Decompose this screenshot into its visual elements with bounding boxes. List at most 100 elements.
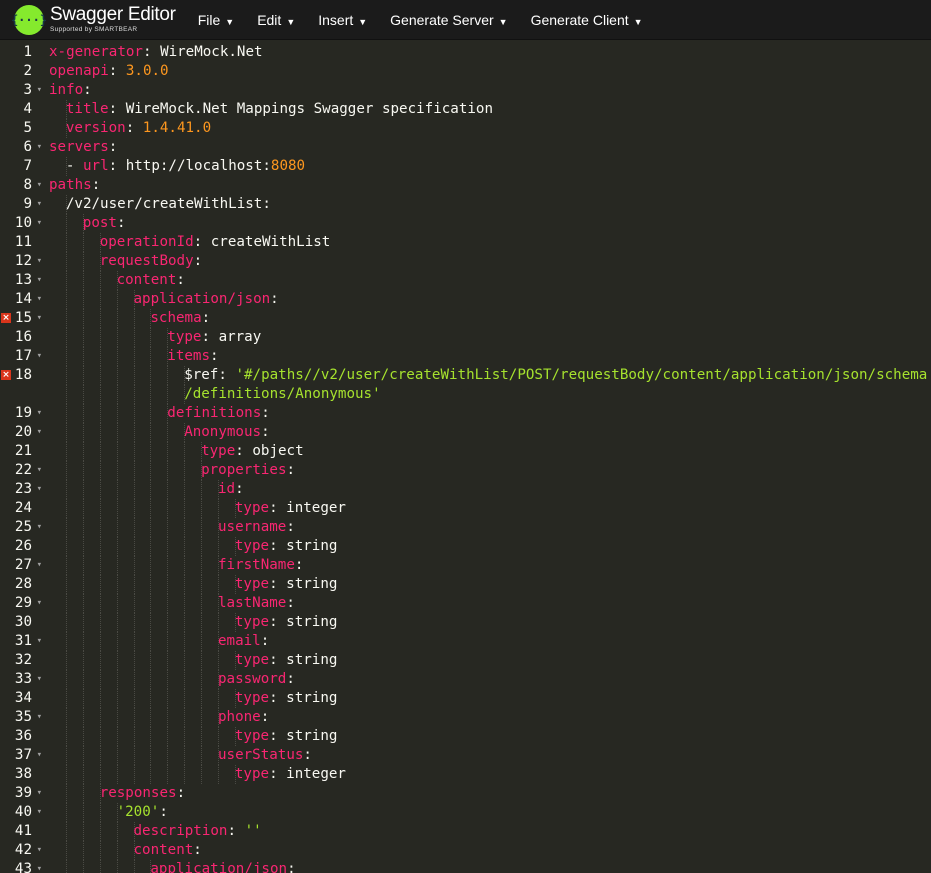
menu-file[interactable]: File ▼ — [198, 12, 234, 28]
indent-guide — [82, 290, 84, 309]
code-line[interactable]: 20 ▾ Anonymous: — [0, 423, 931, 442]
indent-guide — [116, 651, 118, 670]
fold-toggle-icon[interactable]: ▾ — [37, 841, 42, 860]
code-line[interactable]: 12 ▾ requestBody: — [0, 252, 931, 271]
code-line[interactable]: 35 ▾ phone: — [0, 708, 931, 727]
code-token: firstName — [218, 557, 295, 573]
code-line[interactable]: 6 ▾ servers: — [0, 138, 931, 157]
code-line[interactable]: 2 openapi: 3.0.0 — [0, 62, 931, 81]
code-line[interactable]: 10 ▾ post: — [0, 214, 931, 233]
code-line[interactable]: 37 ▾ userStatus: — [0, 746, 931, 765]
indent-guide — [65, 518, 67, 537]
fold-toggle-icon[interactable]: ▾ — [37, 423, 42, 442]
code-line[interactable]: 5 version: 1.4.41.0 — [0, 119, 931, 138]
code-line[interactable]: 33 ▾ password: — [0, 670, 931, 689]
indent-guide — [150, 746, 152, 765]
code-line[interactable]: 38 type: integer — [0, 765, 931, 784]
code-line[interactable]: 22 ▾ properties: — [0, 461, 931, 480]
fold-toggle-icon[interactable]: ▾ — [37, 214, 42, 233]
code-line[interactable]: 19 ▾ definitions: — [0, 404, 931, 423]
indent-guide — [116, 480, 118, 499]
line-content: paths: — [49, 176, 100, 195]
fold-toggle-icon[interactable]: ▾ — [37, 252, 42, 271]
indent-guide — [116, 385, 118, 404]
code-line[interactable]: 11 operationId: createWithList — [0, 233, 931, 252]
code-line[interactable]: 16 type: array — [0, 328, 931, 347]
code-token: : — [269, 614, 287, 630]
code-line[interactable]: × 18 $ref: '#/paths//v2/user/createWithLis… — [0, 366, 931, 385]
code-token: : — [201, 310, 211, 326]
indent-guide — [150, 689, 152, 708]
code-line[interactable]: 3 ▾ info: — [0, 81, 931, 100]
fold-toggle-icon[interactable]: ▾ — [37, 271, 42, 290]
line-number: 9 — [23, 196, 32, 212]
code-editor[interactable]: 1 x-generator: WireMock.Net 2 openapi: 3.0.… — [0, 40, 931, 873]
fold-toggle-icon[interactable]: ▾ — [37, 404, 42, 423]
fold-toggle-icon[interactable]: ▾ — [37, 632, 42, 651]
menu-generate-server[interactable]: Generate Server ▼ — [390, 12, 507, 28]
error-icon[interactable]: × — [1, 370, 11, 380]
fold-toggle-icon[interactable]: ▾ — [37, 138, 42, 157]
code-token: string — [286, 690, 338, 706]
code-line[interactable]: 32 type: string — [0, 651, 931, 670]
code-line[interactable]: 39 ▾ responses: — [0, 784, 931, 803]
fold-toggle-icon[interactable]: ▾ — [37, 309, 42, 328]
fold-toggle-icon[interactable]: ▾ — [37, 556, 42, 575]
fold-toggle-icon[interactable]: ▾ — [37, 708, 42, 727]
menu-generate-client[interactable]: Generate Client ▼ — [531, 12, 643, 28]
fold-toggle-icon[interactable]: ▾ — [37, 480, 42, 499]
fold-toggle-icon[interactable]: ▾ — [37, 803, 42, 822]
indent-guide — [201, 765, 203, 784]
code-line[interactable]: 26 type: string — [0, 537, 931, 556]
swagger-logo[interactable]: {···} Swagger Editor Supported by SMARTB… — [11, 4, 176, 35]
code-line[interactable]: 4 title: WireMock.Net Mappings Swagger sp… — [0, 100, 931, 119]
menu-insert[interactable]: Insert ▼ — [318, 12, 367, 28]
code-line[interactable]: 8 ▾ paths: — [0, 176, 931, 195]
fold-toggle-icon[interactable]: ▾ — [37, 784, 42, 803]
indent-guide — [150, 537, 152, 556]
fold-toggle-icon[interactable]: ▾ — [37, 81, 42, 100]
fold-toggle-icon[interactable]: ▾ — [37, 670, 42, 689]
code-line[interactable]: 27 ▾ firstName: — [0, 556, 931, 575]
indent-guide — [99, 594, 101, 613]
fold-toggle-icon[interactable]: ▾ — [37, 176, 42, 195]
code-line[interactable]: 34 type: string — [0, 689, 931, 708]
line-gutter: 27 ▾ — [0, 556, 44, 575]
menu-edit[interactable]: Edit ▼ — [257, 12, 295, 28]
code-line[interactable]: 7 - url: http://localhost:8080 — [0, 157, 931, 176]
code-line[interactable]: 29 ▾ lastName: — [0, 594, 931, 613]
code-line-wrap[interactable]: /definitions/Anonymous' — [0, 385, 931, 404]
indent-guide — [133, 423, 135, 442]
fold-toggle-icon[interactable]: ▾ — [37, 347, 42, 366]
fold-toggle-icon[interactable]: ▾ — [37, 860, 42, 873]
code-line[interactable]: 25 ▾ username: — [0, 518, 931, 537]
fold-toggle-icon[interactable]: ▾ — [37, 290, 42, 309]
code-line[interactable]: 13 ▾ content: — [0, 271, 931, 290]
indent-guide — [82, 784, 84, 803]
code-line[interactable]: × 15 ▾ schema: — [0, 309, 931, 328]
code-line[interactable]: 23 ▾ id: — [0, 480, 931, 499]
fold-toggle-icon[interactable]: ▾ — [37, 746, 42, 765]
code-line[interactable]: 30 type: string — [0, 613, 931, 632]
error-icon[interactable]: × — [1, 313, 11, 323]
fold-toggle-icon[interactable]: ▾ — [37, 594, 42, 613]
code-line[interactable]: 40 ▾ '200': — [0, 803, 931, 822]
code-token: paths — [49, 177, 92, 193]
indent-guide — [65, 309, 67, 328]
code-line[interactable]: 1 x-generator: WireMock.Net — [0, 43, 931, 62]
fold-toggle-icon[interactable]: ▾ — [37, 518, 42, 537]
code-line[interactable]: 41 description: '' — [0, 822, 931, 841]
line-number: 22 — [14, 462, 32, 478]
code-line[interactable]: 31 ▾ email: — [0, 632, 931, 651]
code-line[interactable]: 24 type: integer — [0, 499, 931, 518]
code-line[interactable]: 42 ▾ content: — [0, 841, 931, 860]
code-line[interactable]: 14 ▾ application/json: — [0, 290, 931, 309]
code-line[interactable]: 36 type: string — [0, 727, 931, 746]
code-line[interactable]: 17 ▾ items: — [0, 347, 931, 366]
fold-toggle-icon[interactable]: ▾ — [37, 195, 42, 214]
fold-toggle-icon[interactable]: ▾ — [37, 461, 42, 480]
code-line[interactable]: 43 ▾ application/json: — [0, 860, 931, 873]
code-line[interactable]: 28 type: string — [0, 575, 931, 594]
code-line[interactable]: 21 type: object — [0, 442, 931, 461]
code-line[interactable]: 9 ▾/v2/user/createWithList: — [0, 195, 931, 214]
